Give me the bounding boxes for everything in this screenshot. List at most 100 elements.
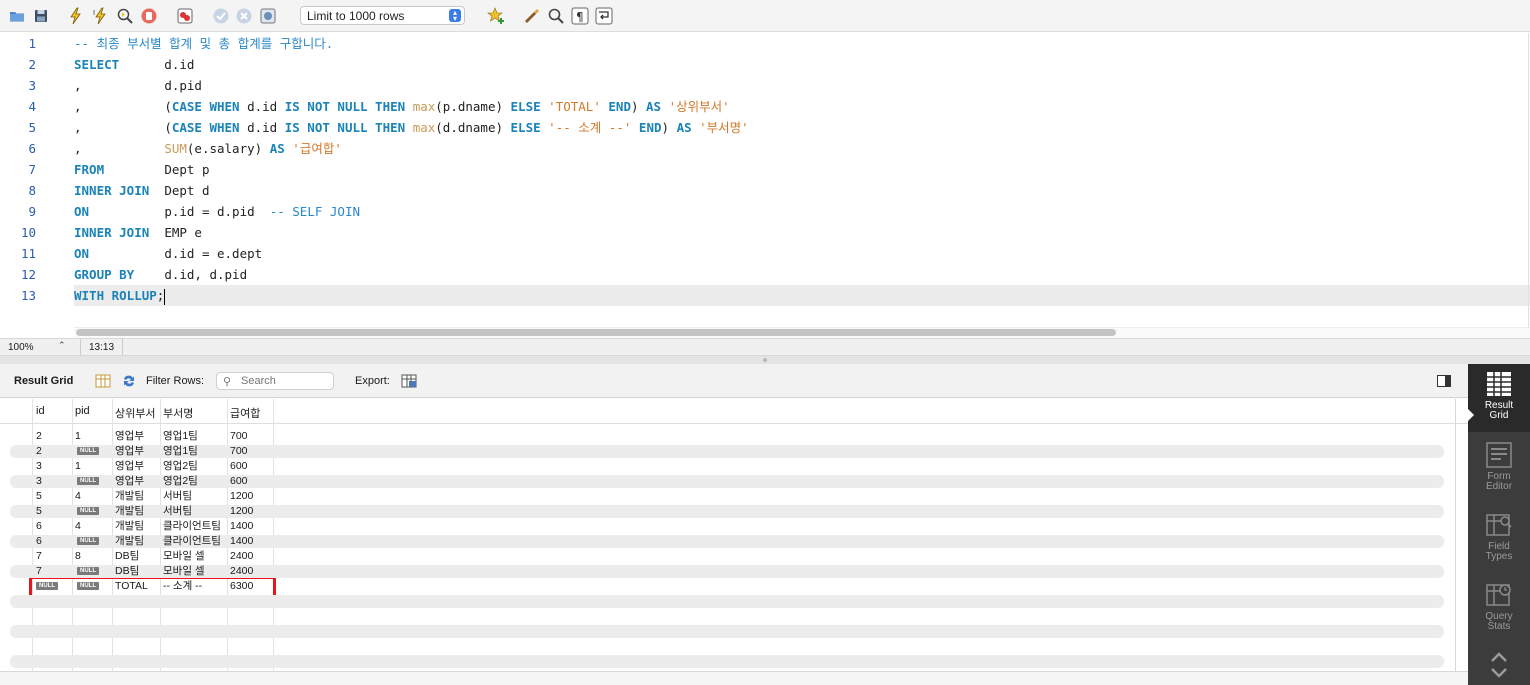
sidebar-more[interactable]: [1468, 650, 1530, 682]
refresh-icon[interactable]: [121, 373, 137, 389]
grid-cell[interactable]: 4: [75, 489, 81, 504]
execute-current-icon[interactable]: I: [92, 7, 110, 25]
grid-cell[interactable]: 8: [75, 549, 81, 564]
grid-cell[interactable]: 클라이언트팀: [163, 534, 221, 549]
grid-cell[interactable]: 7: [36, 549, 42, 564]
grid-cell[interactable]: 영업부: [115, 429, 144, 444]
rollback-icon[interactable]: [235, 7, 253, 25]
column-header[interactable]: pid: [75, 405, 90, 417]
grid-cell[interactable]: 클라이언트팀: [163, 519, 221, 534]
autocommit-icon[interactable]: [259, 7, 277, 25]
grid-cell[interactable]: 개발팀: [115, 519, 144, 534]
null-badge[interactable]: NULL: [77, 507, 99, 515]
zoom-stepper-icon[interactable]: ⌃: [58, 340, 66, 351]
grid-columns-icon[interactable]: [95, 373, 111, 389]
invisible-chars-icon[interactable]: ¶: [571, 7, 589, 25]
grid-cell[interactable]: 1: [75, 459, 81, 474]
grid-cell[interactable]: 영업2팀: [163, 474, 198, 489]
grid-cell[interactable]: 700: [230, 444, 248, 459]
null-badge[interactable]: NULL: [77, 447, 99, 455]
column-header[interactable]: 상위부서: [115, 405, 155, 421]
null-badge[interactable]: NULL: [77, 567, 99, 575]
grid-cell[interactable]: 1200: [230, 489, 253, 504]
limit-rows-select[interactable]: Limit to 1000 rows ▴ ▾: [300, 6, 465, 25]
code-line[interactable]: FROM Dept p: [74, 159, 209, 180]
grid-horizontal-scrollbar[interactable]: [0, 671, 1468, 685]
sidebar-field-types[interactable]: Field Types: [1468, 512, 1530, 572]
grid-cell[interactable]: 개발팀: [115, 534, 144, 549]
toggle-panel-icon[interactable]: [1436, 373, 1452, 389]
grid-cell[interactable]: 영업2팀: [163, 459, 198, 474]
code-line[interactable]: ON d.id = e.dept: [74, 243, 262, 264]
grid-cell[interactable]: 2: [36, 429, 42, 444]
grid-cell[interactable]: 1400: [230, 534, 253, 549]
grid-cell[interactable]: TOTAL: [115, 579, 148, 594]
filter-search-input[interactable]: [241, 375, 329, 387]
code-line[interactable]: , (CASE WHEN d.id IS NOT NULL THEN max(p…: [74, 96, 730, 117]
grid-cell[interactable]: 7: [36, 564, 42, 579]
grid-cell[interactable]: 3: [36, 474, 42, 489]
grid-cell[interactable]: 4: [75, 519, 81, 534]
grid-cell[interactable]: 개발팀: [115, 504, 144, 519]
sidebar-query-stats[interactable]: Query Stats: [1468, 582, 1530, 642]
grid-cell[interactable]: 1200: [230, 504, 253, 519]
null-badge[interactable]: NULL: [36, 582, 58, 590]
grid-cell[interactable]: 1: [75, 429, 81, 444]
word-wrap-icon[interactable]: [595, 7, 613, 25]
bookmark-star-icon[interactable]: [487, 7, 505, 25]
grid-cell[interactable]: 5: [36, 504, 42, 519]
grid-cell[interactable]: 6300: [230, 579, 253, 594]
grid-cell[interactable]: 서버팀: [163, 489, 192, 504]
column-header[interactable]: 부서명: [163, 405, 193, 421]
export-icon[interactable]: [401, 373, 417, 389]
grid-cell[interactable]: 서버팀: [163, 504, 192, 519]
grid-cell[interactable]: 2: [36, 444, 42, 459]
null-badge[interactable]: NULL: [77, 477, 99, 485]
sql-editor[interactable]: 1 2 3 4 5 6 7 8 9 10 11 12 13 -- 최종 부서별 합계 및 총 합계를 구…: [0, 33, 1530, 338]
beautify-icon[interactable]: [523, 7, 541, 25]
grid-cell[interactable]: 700: [230, 429, 248, 444]
horizontal-scroll-thumb[interactable]: [76, 329, 1116, 336]
code-line[interactable]: -- 최종 부서별 합계 및 총 합계를 구합니다.: [74, 33, 333, 54]
sidebar-result-grid[interactable]: Result Grid: [1468, 364, 1530, 432]
code-line[interactable]: , d.pid: [74, 75, 202, 96]
grid-cell[interactable]: -- 소계 --: [163, 579, 202, 594]
grid-cell[interactable]: DB팀: [115, 549, 139, 564]
grid-cell[interactable]: 600: [230, 474, 248, 489]
open-folder-icon[interactable]: [8, 7, 26, 25]
code-line[interactable]: INNER JOIN Dept d: [74, 180, 209, 201]
grid-cell[interactable]: 영업부: [115, 459, 144, 474]
grid-cell[interactable]: 600: [230, 459, 248, 474]
column-header[interactable]: 급여합: [230, 405, 260, 421]
code-line[interactable]: WITH ROLLUP;: [74, 285, 166, 306]
grid-cell[interactable]: 영업부: [115, 474, 144, 489]
grid-cell[interactable]: 1400: [230, 519, 253, 534]
grid-cell[interactable]: 2400: [230, 564, 253, 579]
grid-cell[interactable]: 모바일 셀: [163, 549, 205, 564]
code-line[interactable]: , SUM(e.salary) AS '급여합': [74, 138, 342, 159]
grid-cell[interactable]: 2400: [230, 549, 253, 564]
code-line[interactable]: , (CASE WHEN d.id IS NOT NULL THEN max(d…: [74, 117, 749, 138]
result-grid[interactable]: id pid 상위부서 부서명 급여합 2 1 영업부 영업1팀 700 2 NULL 영업부 영업1팀 7…: [0, 399, 1468, 685]
grid-cell[interactable]: 영업부: [115, 444, 144, 459]
execute-icon[interactable]: [67, 7, 85, 25]
grid-cell[interactable]: 개발팀: [115, 489, 144, 504]
stop-icon[interactable]: [140, 7, 158, 25]
grid-cell[interactable]: 영업1팀: [163, 429, 198, 444]
code-line[interactable]: INNER JOIN EMP e: [74, 222, 202, 243]
grid-cell[interactable]: 6: [36, 534, 42, 549]
filter-search-box[interactable]: ⚲: [216, 372, 334, 390]
find-icon[interactable]: [547, 7, 565, 25]
grid-cell[interactable]: 3: [36, 459, 42, 474]
toggle-error-icon[interactable]: [176, 7, 194, 25]
grid-cell[interactable]: 영업1팀: [163, 444, 198, 459]
explain-icon[interactable]: [116, 7, 134, 25]
column-header[interactable]: id: [36, 405, 45, 417]
grid-cell[interactable]: 모바일 셀: [163, 564, 205, 579]
commit-icon[interactable]: [212, 7, 230, 25]
code-line[interactable]: SELECT d.id: [74, 54, 194, 75]
grid-cell[interactable]: 6: [36, 519, 42, 534]
null-badge[interactable]: NULL: [77, 582, 99, 590]
grid-cell[interactable]: 5: [36, 489, 42, 504]
code-line[interactable]: ON p.id = d.pid -- SELF JOIN: [74, 201, 360, 222]
